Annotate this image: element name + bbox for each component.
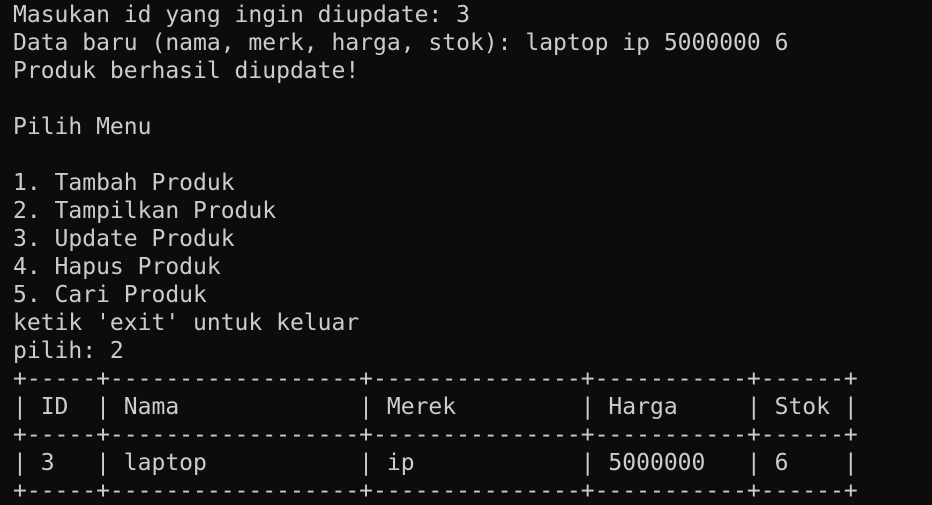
- menu-item-update-produk: 3. Update Produk: [13, 226, 235, 252]
- menu-item-hapus-produk: 4. Hapus Produk: [13, 254, 221, 280]
- table-border-bottom: +-----+------------------+--------------…: [13, 478, 858, 504]
- table-header-row: | ID | Nama | Merek | Harga | Stok |: [13, 394, 858, 420]
- update-success-message: Produk berhasil diupdate!: [13, 58, 360, 84]
- menu-item-tampilkan-produk: 2. Tampilkan Produk: [13, 198, 277, 224]
- menu-item-tambah-produk: 1. Tambah Produk: [13, 170, 235, 196]
- table-row: | 3 | laptop | ip | 5000000 | 6 |: [13, 450, 858, 476]
- table-border-header: +-----+------------------+--------------…: [13, 422, 858, 448]
- exit-instruction: ketik 'exit' untuk keluar: [13, 310, 360, 336]
- menu-title: Pilih Menu: [13, 114, 152, 140]
- update-id-prompt-line: Masukan id yang ingin diupdate: 3: [13, 2, 470, 28]
- new-data-input-line: Data baru (nama, merk, harga, stok): lap…: [13, 30, 789, 56]
- table-border-top: +-----+------------------+--------------…: [13, 366, 858, 392]
- menu-choice-prompt: pilih: 2: [13, 338, 124, 364]
- terminal-window[interactable]: Masukan id yang ingin diupdate: 3 Data b…: [0, 0, 932, 505]
- menu-item-cari-produk: 5. Cari Produk: [13, 282, 207, 308]
